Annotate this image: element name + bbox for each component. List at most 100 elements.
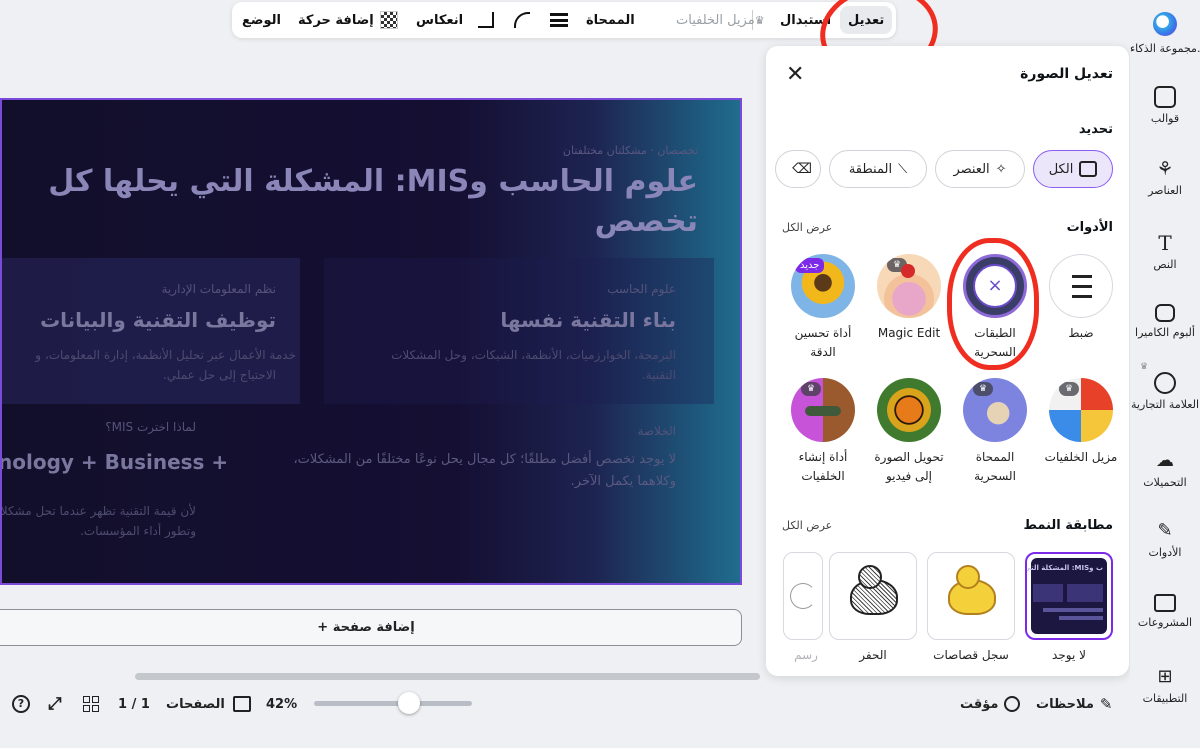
add-page-button[interactable]: + إضافة صفحة	[0, 609, 742, 646]
pages-label: الصفحات	[166, 696, 225, 712]
new-badge: جديد	[795, 258, 825, 273]
adjust-tool[interactable]: ضبط	[1041, 254, 1121, 343]
summary-body-1: لا يوجد تخصص أفضل مطلقًا؛ كل مجال يحل نو…	[293, 452, 676, 467]
line-weight-button[interactable]	[550, 2, 568, 38]
select-area-label: المنطقة	[848, 161, 893, 177]
transparency-button[interactable]	[380, 2, 398, 38]
magic-eraser-icon: ♛	[963, 378, 1027, 442]
erase-shape-icon: ⌫	[792, 161, 812, 177]
add-animation-button[interactable]: إضافة حركة	[298, 2, 374, 38]
bg-remover-tool[interactable]: ♛ مزيل الخلفيات	[1041, 378, 1121, 467]
mis-heading: توظيف التقنية والبيانات	[40, 308, 276, 332]
crown-icon: ♛	[801, 382, 821, 396]
beach-ball-icon: ♛	[1049, 378, 1113, 442]
magic-edit-tool[interactable]: ♛ Magic Edit	[869, 254, 949, 343]
sidebar-item-ai[interactable]: مجموعة الذكاء...	[1130, 12, 1200, 55]
magic-edit-label: Magic Edit	[877, 326, 941, 340]
zoom-value[interactable]: 42%	[266, 692, 297, 716]
close-icon[interactable]: ✕	[786, 62, 804, 87]
mis-body-2: الاحتياج إلى حل عملي.	[162, 368, 276, 382]
summary-label: الخلاصة	[637, 424, 676, 438]
style-sketch-card[interactable]	[783, 552, 823, 640]
sidebar-label-brand: العلامة التجارية	[1130, 398, 1199, 411]
bg-remover-button[interactable]: مزيل الخلفيات ♛	[676, 2, 773, 38]
help-button[interactable]: ?	[12, 692, 38, 716]
crown-icon: ♛	[1059, 382, 1079, 396]
flip-button[interactable]: انعكاس	[416, 2, 463, 38]
mis-body-1: خدمة الأعمال عبر تحليل الأنظمة، إدارة ال…	[35, 348, 296, 362]
sidebar-item-uploads[interactable]: ☁ التحميلات	[1130, 450, 1200, 489]
sidebar-label-apps: التطبيقات	[1142, 692, 1188, 705]
upscaler-tool[interactable]: جديد أداة تحسين الدقة	[783, 254, 863, 362]
style-none-card[interactable]: ب وMIS: المشكلة التي يحل	[1025, 552, 1113, 640]
notes-button[interactable]: ملاحظات ✎	[1036, 692, 1112, 716]
mis-label: نظم المعلومات الإدارية	[161, 282, 277, 296]
zoom-slider-track[interactable]	[314, 701, 472, 706]
sidebar-item-projects[interactable]: المشروعات	[1130, 594, 1200, 629]
style-view-all-link[interactable]: عرض الكل	[782, 519, 832, 532]
crown-icon: ♛	[754, 13, 765, 27]
magic-eraser-label: الممحاة السحرية	[974, 450, 1016, 483]
crown-icon: ♛	[973, 382, 993, 396]
image-icon	[1079, 161, 1098, 177]
slide-title-line2: تخصص	[594, 204, 698, 239]
apps-grid-icon: ⊞	[1157, 666, 1173, 687]
sidebar-item-apps[interactable]: ⊞ التطبيقات	[1130, 666, 1200, 705]
zoom-slider-handle[interactable]	[398, 692, 420, 714]
bg-generator-label: أداة إنشاء الخلفيات	[798, 450, 848, 483]
horizontal-scrollbar[interactable]	[135, 673, 760, 680]
timer-button[interactable]: مؤقت	[960, 692, 1021, 716]
summary-body-2: وكلاهما يكمل الآخر.	[570, 474, 676, 489]
folder-icon	[1154, 594, 1176, 612]
fullscreen-button[interactable]: ⤢	[48, 692, 70, 716]
select-element-pill[interactable]: ✧ العنصر	[935, 150, 1025, 188]
sidebar-item-camera[interactable]: ألبوم الكاميرا	[1130, 304, 1200, 339]
sidebar-label-elements: العناصر	[1148, 184, 1182, 197]
select-element-label: العنصر	[953, 161, 990, 177]
sliders-icon	[1049, 254, 1113, 318]
sidebar-label-ai: مجموعة الذكاء...	[1130, 42, 1200, 55]
style-engraving-card[interactable]	[829, 552, 917, 640]
eraser-button[interactable]: الممحاة	[586, 2, 635, 38]
sidebar-item-text[interactable]: T النص	[1130, 232, 1200, 271]
pages-button[interactable]: الصفحات	[166, 692, 251, 716]
context-toolbar: تعديل استبدال مزيل الخلفيات ♛ الممحاة ان…	[232, 2, 896, 38]
slide-canvas[interactable]: تخصصان · مشكلتان مختلفتان علوم الحاسب وM…	[0, 98, 742, 585]
sidebar-item-tools[interactable]: ✎ الأدوات	[1130, 520, 1200, 559]
tools-heading: الأدوات	[1066, 220, 1113, 235]
transparency-icon	[380, 11, 398, 29]
style-sketch-label: رسم	[794, 648, 818, 662]
corner-rounding-button[interactable]	[514, 2, 530, 38]
style-none-label: لا يوجد	[1052, 648, 1086, 662]
style-scrapbook-card[interactable]	[927, 552, 1015, 640]
crop-icon	[478, 12, 494, 28]
cs-body-1: البرمجة، الخوارزميات، الأنظمة، الشبكات، …	[391, 348, 676, 362]
cs-label: علوم الحاسب	[607, 282, 676, 296]
image-to-video-label: تحويل الصورة إلى فيديو	[874, 450, 944, 483]
sidebar-item-brand[interactable]: ♛ العلامة التجارية	[1130, 362, 1200, 411]
sunglasses-icon: ♛	[791, 378, 855, 442]
grid-view-button[interactable]	[83, 692, 105, 716]
sidebar-label-tools: الأدوات	[1148, 546, 1182, 559]
select-area-pill[interactable]: ⟋ المنطقة	[829, 150, 927, 188]
bg-generator-tool[interactable]: ♛ أداة إنشاء الخلفيات	[783, 378, 863, 486]
brand-icon	[1154, 372, 1176, 394]
cloud-upload-icon: ☁	[1156, 450, 1174, 471]
annotation-circle	[947, 238, 1039, 370]
tools-view-all-link[interactable]: عرض الكل	[782, 221, 832, 234]
crop-button[interactable]	[478, 2, 494, 38]
style-engraving-label: الحفر	[859, 648, 887, 662]
magic-eraser-tool[interactable]: ♛ الممحاة السحرية	[955, 378, 1035, 486]
sparkle-icon: ✧	[995, 161, 1007, 177]
corner-rounding-icon	[514, 12, 530, 28]
sidebar-item-templates[interactable]: قوالب	[1130, 86, 1200, 125]
sidebar-label-projects: المشروعات	[1137, 616, 1193, 629]
select-more-pill[interactable]: ⌫	[775, 150, 821, 188]
select-all-pill[interactable]: الكل	[1033, 150, 1113, 188]
sidebar-item-elements[interactable]: ⚘ العناصر	[1130, 158, 1200, 197]
position-button[interactable]: الوضع	[242, 2, 281, 38]
camera-icon	[1155, 304, 1175, 322]
image-to-video-tool[interactable]: تحويل الصورة إلى فيديو	[869, 378, 949, 486]
style-scrapbook-label: سجل قصاصات	[933, 648, 1009, 662]
bg-remover-label: مزيل الخلفيات	[1044, 450, 1118, 464]
